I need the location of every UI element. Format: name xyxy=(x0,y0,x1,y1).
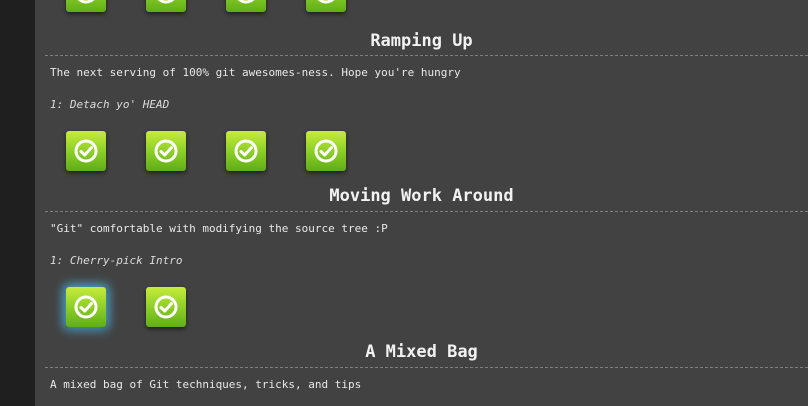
current-level-name: 1: Detach yo' HEAD xyxy=(50,98,170,111)
section-description: "Git" comfortable with modifying the sou… xyxy=(50,222,388,235)
check-circle-icon xyxy=(314,139,338,163)
level-tile[interactable] xyxy=(146,0,186,12)
previous-section-levels xyxy=(35,0,808,16)
ramping-up-levels xyxy=(35,131,808,175)
level-tile[interactable] xyxy=(66,0,106,12)
levels-panel: Ramping Up The next serving of 100% git … xyxy=(35,0,808,406)
section-title-moving-work-around: Moving Work Around xyxy=(329,186,514,206)
section-description: The next serving of 100% git awesomes-ne… xyxy=(50,66,461,79)
check-circle-icon xyxy=(74,139,98,163)
section-divider xyxy=(45,367,808,368)
check-circle-icon xyxy=(234,139,258,163)
level-tile[interactable] xyxy=(306,0,346,12)
check-circle-icon xyxy=(317,0,335,4)
section-divider xyxy=(45,55,808,56)
level-tile[interactable] xyxy=(146,287,186,327)
level-tile[interactable] xyxy=(226,131,266,171)
left-sidebar-strip xyxy=(0,0,35,406)
section-description: A mixed bag of Git techniques, tricks, a… xyxy=(50,378,362,391)
level-tile[interactable] xyxy=(146,131,186,171)
section-title-a-mixed-bag: A Mixed Bag xyxy=(365,342,478,362)
check-circle-icon xyxy=(154,295,178,319)
level-tile[interactable] xyxy=(306,131,346,171)
check-circle-icon xyxy=(74,295,98,319)
section-divider xyxy=(45,211,808,212)
check-circle-icon xyxy=(157,0,175,4)
check-circle-icon xyxy=(77,0,95,4)
current-level-name: 1: Cherry-pick Intro xyxy=(50,254,183,267)
level-tile[interactable] xyxy=(226,0,266,12)
check-circle-icon xyxy=(154,139,178,163)
section-title-ramping-up: Ramping Up xyxy=(370,31,473,51)
check-circle-icon xyxy=(237,0,255,4)
level-tile-selected[interactable] xyxy=(66,287,106,327)
moving-work-around-levels xyxy=(35,287,808,331)
level-tile[interactable] xyxy=(66,131,106,171)
